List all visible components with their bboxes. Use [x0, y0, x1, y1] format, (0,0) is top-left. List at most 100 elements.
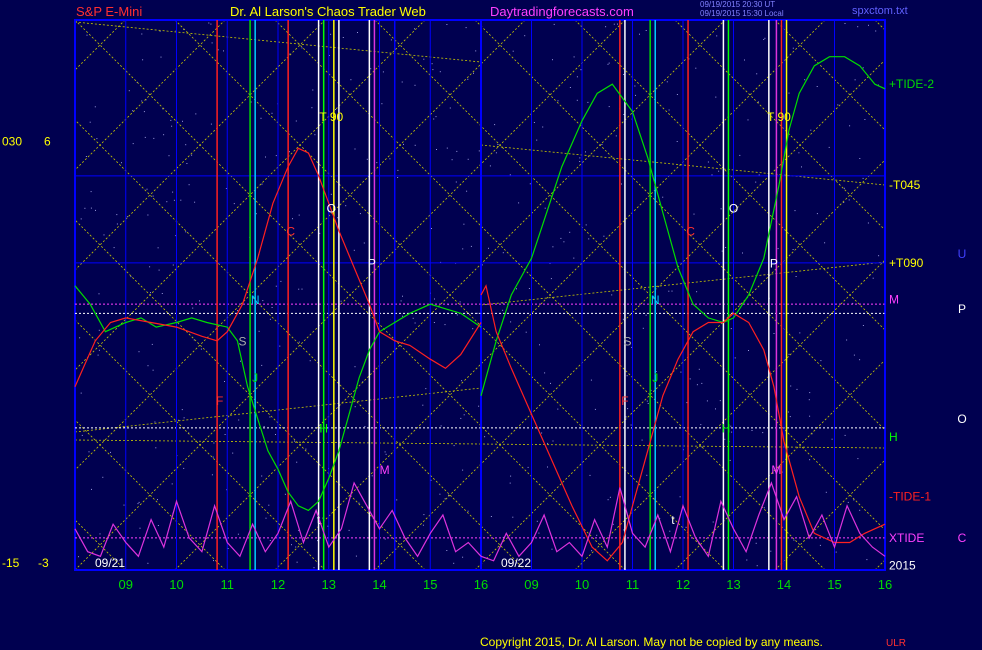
- background-dot: [789, 416, 791, 418]
- event-marker-label: S: [623, 334, 631, 348]
- background-dot: [342, 37, 344, 38]
- far-right-label: O: [957, 412, 966, 426]
- background-dot: [862, 325, 864, 326]
- background-dot: [601, 144, 603, 145]
- background-dot: [742, 252, 743, 254]
- background-dot: [301, 288, 303, 290]
- background-dot: [502, 252, 504, 254]
- background-dot: [696, 291, 698, 293]
- background-dot: [590, 379, 592, 381]
- background-dot: [484, 436, 486, 438]
- background-dot: [402, 315, 403, 317]
- background-dot: [668, 109, 670, 111]
- background-dot: [154, 421, 156, 423]
- background-dot: [755, 542, 757, 544]
- x-tick-label: 16: [878, 577, 892, 592]
- background-dot: [255, 213, 257, 215]
- background-dot: [796, 388, 798, 390]
- angle-line: [774, 20, 885, 131]
- angle-line: [75, 20, 426, 371]
- angle-line: [75, 119, 526, 570]
- background-dot: [446, 147, 448, 149]
- background-dot: [301, 47, 303, 49]
- background-dot: [291, 544, 292, 546]
- background-dot: [240, 360, 241, 362]
- right-axis-label: -T045: [889, 178, 921, 192]
- event-marker-label: J: [252, 371, 258, 385]
- background-dot: [258, 330, 260, 332]
- background-dot: [756, 565, 758, 567]
- background-dot: [210, 23, 212, 25]
- background-dot: [641, 439, 643, 441]
- x-tick-label: 10: [575, 577, 589, 592]
- background-dot: [608, 62, 610, 64]
- background-dot: [384, 538, 386, 540]
- background-dot: [626, 375, 628, 377]
- x-tick-label: 13: [322, 577, 336, 592]
- background-dot: [518, 202, 520, 204]
- background-dot: [168, 155, 170, 157]
- background-dot: [170, 119, 172, 121]
- background-dot: [862, 67, 864, 69]
- background-dot: [431, 63, 433, 65]
- background-dot: [846, 339, 848, 341]
- background-dot: [872, 277, 874, 279]
- background-dot: [867, 222, 869, 224]
- background-dot: [809, 392, 811, 394]
- background-dot: [157, 247, 159, 249]
- tide-chart: 09 10 11 12 13 14 15 16 T 90 O C P N S J F H Mt 09/21 09 10 1…: [0, 19, 967, 592]
- background-dot: [414, 84, 416, 86]
- background-dot: [138, 501, 140, 503]
- background-dot: [151, 343, 153, 345]
- background-dot: [425, 388, 427, 390]
- right-axis-label: 2015: [889, 558, 916, 572]
- background-dot: [569, 87, 571, 88]
- background-dot: [788, 92, 790, 94]
- event-marker-label: M: [380, 463, 390, 477]
- background-dot: [686, 402, 688, 404]
- event-marker-label: T 90: [767, 110, 791, 124]
- background-dot: [89, 121, 91, 123]
- background-dot: [208, 22, 210, 24]
- background-dot: [770, 550, 772, 552]
- background-dot: [224, 381, 225, 382]
- background-dot: [552, 440, 554, 442]
- background-dot: [715, 96, 717, 98]
- far-right-label: P: [958, 302, 966, 316]
- background-dot: [95, 209, 96, 211]
- background-dot: [777, 248, 779, 250]
- background-dot: [795, 276, 797, 277]
- background-dot: [712, 521, 714, 523]
- background-dot: [224, 434, 226, 435]
- background-dot: [147, 562, 149, 564]
- background-dot: [864, 119, 866, 120]
- angle-line: [0, 20, 25, 570]
- background-dot: [180, 199, 182, 201]
- background-dot: [451, 159, 453, 161]
- background-dot: [547, 466, 548, 468]
- x-tick-label: 15: [827, 577, 841, 592]
- background-dot: [730, 328, 732, 330]
- background-dot: [354, 406, 356, 408]
- background-dot: [271, 112, 273, 114]
- background-dot: [536, 520, 538, 522]
- x-tick-label: 14: [777, 577, 791, 592]
- background-dot: [465, 27, 467, 29]
- angle-line: [75, 419, 226, 570]
- x-tick-label: 13: [726, 577, 740, 592]
- background-dot: [729, 459, 731, 461]
- background-dot: [463, 414, 465, 416]
- background-dot: [819, 544, 821, 546]
- background-dot: [412, 317, 414, 319]
- background-dot: [311, 107, 313, 109]
- right-axis-label: H: [889, 430, 898, 444]
- background-dot: [298, 341, 300, 343]
- background-dot: [453, 445, 455, 447]
- background-dot: [199, 300, 200, 302]
- background-dot: [539, 344, 540, 346]
- background-dot: [878, 255, 880, 257]
- background-dot: [611, 294, 613, 296]
- background-dot: [820, 360, 822, 362]
- background-dot: [434, 298, 435, 300]
- background-dot: [261, 475, 263, 477]
